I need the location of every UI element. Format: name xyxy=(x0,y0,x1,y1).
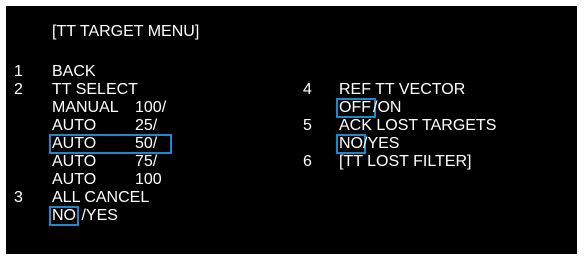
tt-select-option-value[interactable]: 75/ xyxy=(135,153,157,171)
all-cancel-menu-item[interactable]: ALL CANCEL xyxy=(52,189,149,207)
tt-select-option-value[interactable]: 50/ xyxy=(135,135,157,153)
tt-select-option-mode[interactable]: MANUAL xyxy=(52,99,119,117)
item-number-2: 2 xyxy=(14,81,23,98)
all-cancel-option-no[interactable]: NO xyxy=(52,207,76,225)
all-cancel-option-yes[interactable]: /YES xyxy=(77,207,117,225)
item-number-4: 4 xyxy=(303,81,312,98)
tt-select-option-mode[interactable]: AUTO xyxy=(52,171,96,189)
tt-target-menu-screen: [TT TARGET MENU] 1 BACK 2 TT SELECT MANU… xyxy=(6,6,577,254)
menu-title: [TT TARGET MENU] xyxy=(52,23,200,40)
tt-select-menu-item[interactable]: TT SELECT xyxy=(52,81,138,99)
back-menu-item[interactable]: BACK xyxy=(52,63,96,81)
item-number-3: 3 xyxy=(14,189,23,206)
tt-select-option-value[interactable]: 25/ xyxy=(135,117,157,135)
ack-lost-targets-option-no[interactable]: NO xyxy=(339,135,363,153)
ref-tt-vector-option-on[interactable]: /ON xyxy=(373,99,401,117)
item-number-5: 5 xyxy=(303,117,312,134)
tt-select-option-mode[interactable]: AUTO xyxy=(52,153,96,171)
ref-tt-vector-option-off[interactable]: OFF xyxy=(339,99,371,117)
ack-lost-targets-option-yes[interactable]: /YES xyxy=(363,135,399,153)
tt-lost-filter-menu-item[interactable]: [TT LOST FILTER] xyxy=(339,153,471,171)
tt-select-option-mode[interactable]: AUTO xyxy=(52,117,96,135)
tt-select-option-value[interactable]: 100/ xyxy=(135,99,166,117)
ref-tt-vector-menu-item[interactable]: REF TT VECTOR xyxy=(339,81,465,99)
ack-lost-targets-menu-item[interactable]: ACK LOST TARGETS xyxy=(339,117,496,135)
tt-select-option-mode[interactable]: AUTO xyxy=(52,135,96,153)
item-number-1: 1 xyxy=(14,63,23,80)
tt-select-option-value[interactable]: 100 xyxy=(135,171,162,189)
item-number-6: 6 xyxy=(303,153,312,170)
